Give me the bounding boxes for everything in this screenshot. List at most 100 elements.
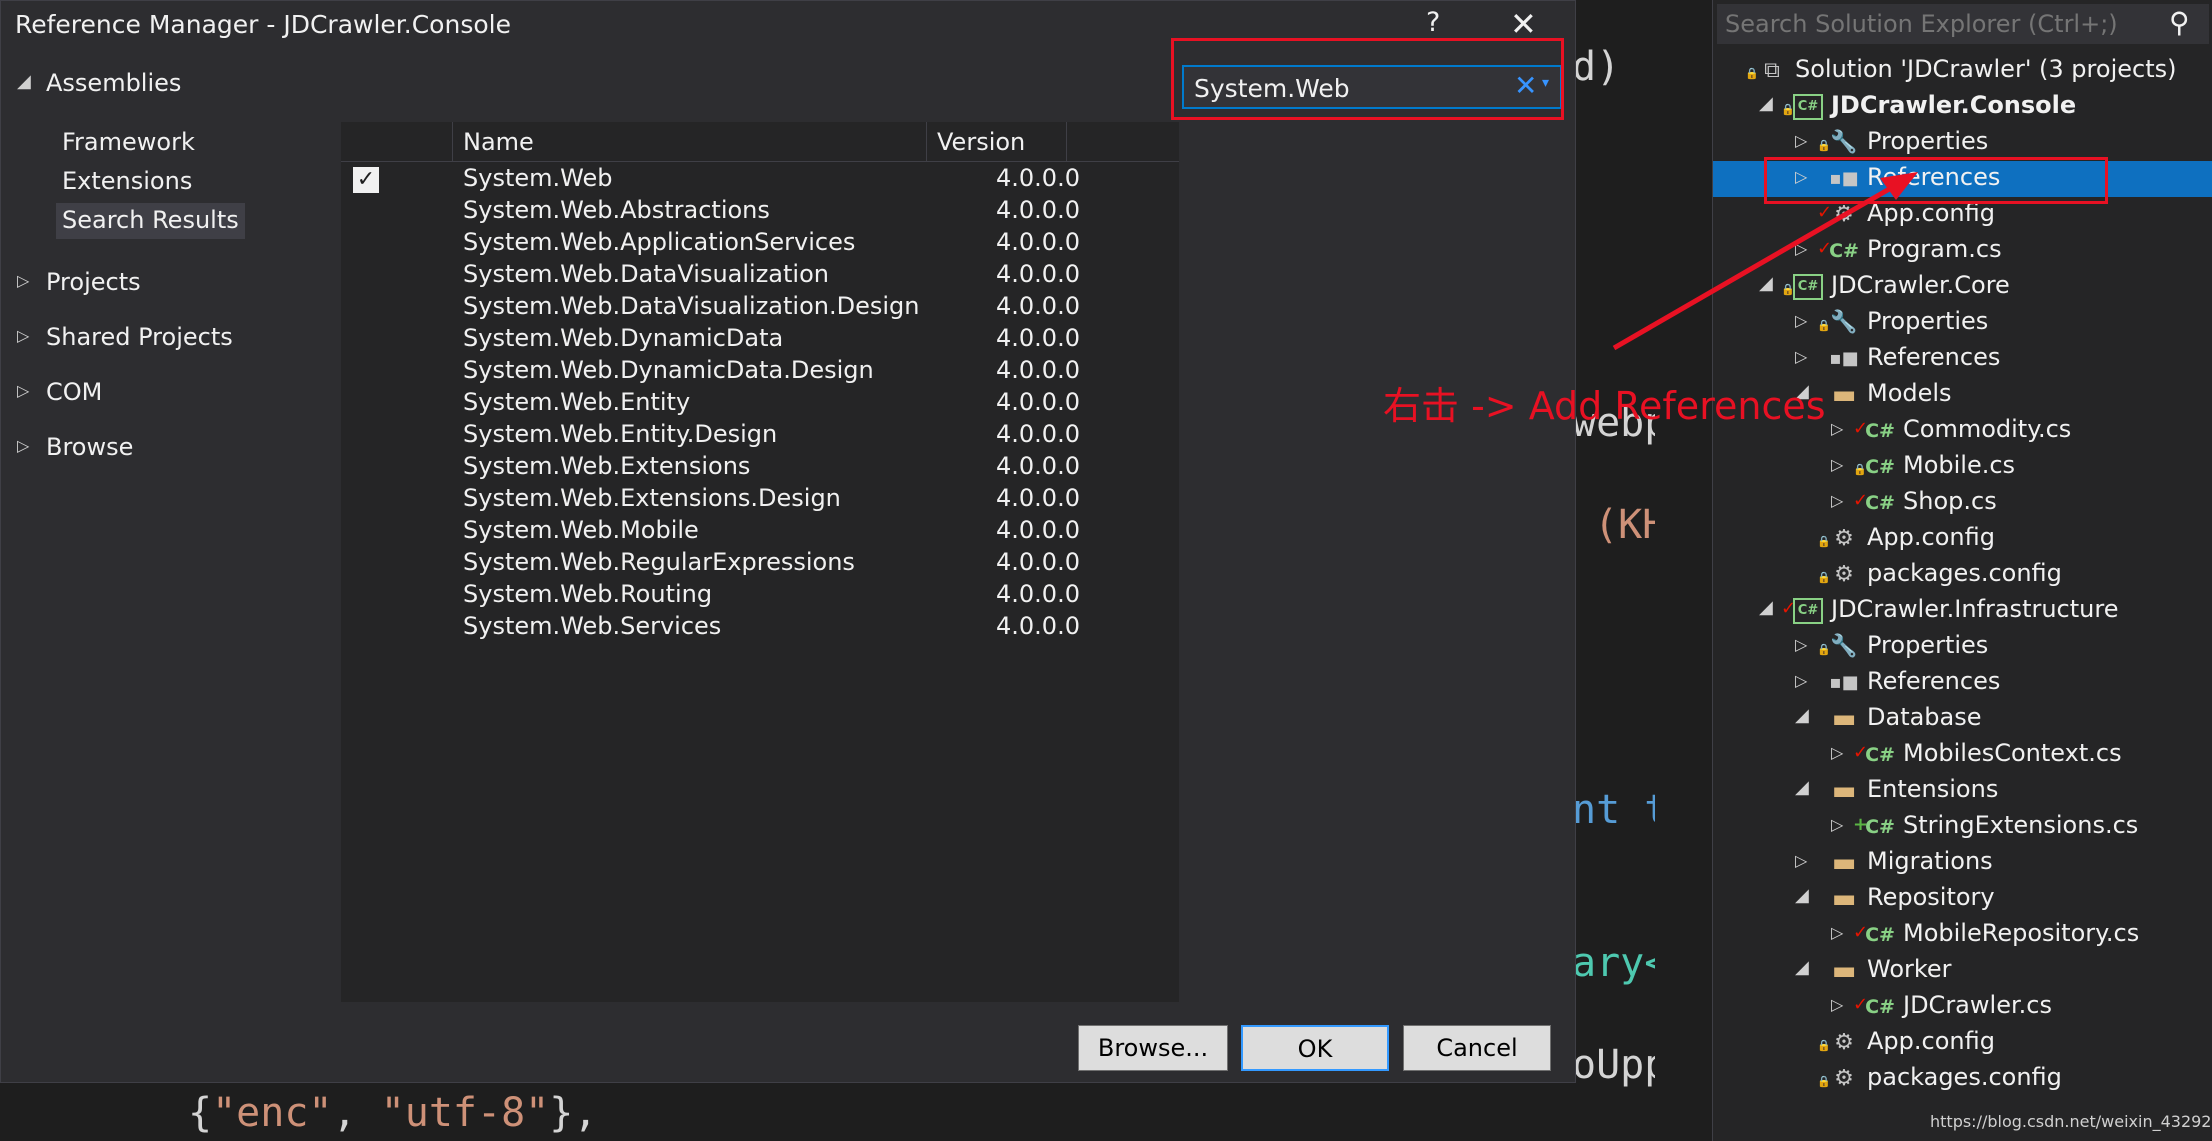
tree-item[interactable]: ◢ 🔒 C# JDCrawler.Console — [1713, 89, 2212, 125]
tree-item[interactable]: 🔒 ⧉ Solution 'JDCrawler' (3 projects) — [1713, 53, 2212, 89]
tree-item[interactable]: 🔒 ⚙ packages.config — [1713, 1061, 2212, 1097]
tree-item[interactable]: ✓ ⚙ App.config — [1713, 197, 2212, 233]
cancel-button[interactable]: Cancel — [1403, 1025, 1551, 1071]
search-options-dropdown-icon[interactable]: ▾ — [1542, 75, 1549, 91]
tree-item[interactable]: ▷ ▪■ References — [1713, 665, 2212, 701]
tree-item[interactable]: ▷ ✓ C# JDCrawler.cs — [1713, 989, 2212, 1025]
tree-item[interactable]: ◢ ▬ Entensions — [1713, 773, 2212, 809]
table-row[interactable]: System.Web.Extensions.Design 4.0.0.0 — [341, 484, 1179, 516]
solution-explorer: ⚲ 🔒⧉Solution 'JDCrawler' (3 projects)◢🔒C… — [1712, 0, 2212, 1141]
collapsed-triangle-icon[interactable]: ▷ — [1795, 671, 1807, 690]
config-file-icon: ⚙ — [1834, 202, 1854, 227]
nav-shared-projects[interactable]: ▷ Shared Projects — [1, 318, 331, 358]
search-input[interactable] — [1194, 72, 1514, 104]
tree-item[interactable]: 🔒 ⚙ App.config — [1713, 1025, 2212, 1061]
tree-item[interactable]: ▷ ✓ C# MobileRepository.cs — [1713, 917, 2212, 953]
reference-manager-dialog: Reference Manager - JDCrawler.Console ? … — [0, 0, 1576, 1083]
tree-item[interactable]: ▷ 🔒 🔧 Properties — [1713, 125, 2212, 161]
expanded-triangle-icon[interactable]: ◢ — [1759, 597, 1773, 618]
table-row[interactable]: System.Web.DataVisualization 4.0.0.0 — [341, 260, 1179, 292]
tree-item[interactable]: 🔒 ⚙ packages.config — [1713, 557, 2212, 593]
collapsed-triangle-icon[interactable]: ▷ — [1831, 419, 1843, 438]
table-row[interactable]: System.Web.RegularExpressions 4.0.0.0 — [341, 548, 1179, 580]
tree-item[interactable]: ▷ + C# StringExtensions.cs — [1713, 809, 2212, 845]
close-icon[interactable]: ✕ — [1510, 5, 1537, 43]
checkbox-checked[interactable]: ✓ — [353, 167, 379, 193]
tree-item[interactable]: ◢ ▬ Database — [1713, 701, 2212, 737]
collapsed-triangle-icon[interactable]: ▷ — [1795, 311, 1807, 330]
column-header-version[interactable]: Version — [927, 122, 1067, 162]
expanded-triangle-icon[interactable]: ◢ — [1795, 777, 1809, 798]
search-icon[interactable]: ⚲ — [2169, 6, 2190, 39]
tree-item[interactable]: ▷ 🔒 C# Mobile.cs — [1713, 449, 2212, 485]
table-row[interactable]: System.Web.DynamicData.Design 4.0.0.0 — [341, 356, 1179, 388]
expanded-triangle-icon[interactable]: ◢ — [1759, 273, 1773, 294]
tree-item[interactable]: ▷ 🔒 🔧 Properties — [1713, 305, 2212, 341]
nav-extensions[interactable]: Extensions — [56, 164, 198, 200]
table-row[interactable]: System.Web.Mobile 4.0.0.0 — [341, 516, 1179, 548]
collapsed-triangle-icon[interactable]: ▷ — [1831, 923, 1843, 942]
tree-item[interactable]: ◢ ✓ C# JDCrawler.Infrastructure — [1713, 593, 2212, 629]
nav-browse[interactable]: ▷ Browse — [1, 428, 331, 468]
table-row[interactable]: System.Web.DataVisualization.Design 4.0.0… — [341, 292, 1179, 324]
collapsed-triangle-icon[interactable]: ▷ — [1795, 131, 1807, 150]
folder-icon: ▬ — [1831, 704, 1857, 734]
tree-item[interactable]: ◢ ▬ Models — [1713, 377, 2212, 413]
collapsed-triangle-icon[interactable]: ▷ — [1795, 167, 1807, 186]
tree-item[interactable]: ▷ ✓ C# Program.cs — [1713, 233, 2212, 269]
collapsed-triangle-icon[interactable]: ▷ — [1795, 851, 1807, 870]
expanded-triangle-icon[interactable]: ◢ — [1795, 957, 1809, 978]
collapsed-triangle-icon[interactable]: ▷ — [1831, 815, 1843, 834]
help-button[interactable]: ? — [1426, 7, 1440, 38]
nav-search-results[interactable]: Search Results — [56, 203, 245, 239]
collapsed-triangle-icon[interactable]: ▷ — [1795, 347, 1807, 366]
expanded-triangle-icon[interactable]: ◢ — [1795, 381, 1809, 402]
tree-item[interactable]: ▷ ✓ C# Shop.cs — [1713, 485, 2212, 521]
tree-item[interactable]: ▷ ▪■ References — [1713, 161, 2212, 197]
solution-search-input[interactable] — [1725, 9, 2145, 39]
tree-item-label: Properties — [1867, 127, 1989, 155]
table-row[interactable]: System.Web.Abstractions 4.0.0.0 — [341, 196, 1179, 228]
browse-button[interactable]: Browse... — [1078, 1025, 1228, 1071]
collapsed-triangle-icon[interactable]: ▷ — [1831, 455, 1843, 474]
expanded-triangle-icon[interactable]: ◢ — [1795, 885, 1809, 906]
table-row[interactable]: ✓ System.Web 4.0.0.0 — [341, 164, 1179, 196]
search-box[interactable]: ✕ ▾ — [1182, 65, 1562, 109]
collapsed-triangle-icon[interactable]: ▷ — [1831, 995, 1843, 1014]
tree-item[interactable]: ◢ 🔒 C# JDCrawler.Core — [1713, 269, 2212, 305]
nav-com[interactable]: ▷ COM — [1, 373, 331, 413]
collapsed-triangle-icon[interactable]: ▷ — [1831, 491, 1843, 510]
collapsed-triangle-icon[interactable]: ▷ — [1831, 743, 1843, 762]
dialog-titlebar[interactable]: Reference Manager - JDCrawler.Console ? … — [1, 1, 1575, 51]
expanded-triangle-icon[interactable]: ◢ — [1795, 705, 1809, 726]
ok-button[interactable]: OK — [1241, 1025, 1389, 1071]
tree-item[interactable]: ▷ ✓ C# MobilesContext.cs — [1713, 737, 2212, 773]
tree-item[interactable]: ▷ ▬ Migrations — [1713, 845, 2212, 881]
csharp-project-icon: C# — [1793, 598, 1823, 624]
tree-item[interactable]: ▷ 🔒 🔧 Properties — [1713, 629, 2212, 665]
table-row[interactable]: System.Web.Services 4.0.0.0 — [341, 612, 1179, 644]
tree-item[interactable]: 🔒 ⚙ App.config — [1713, 521, 2212, 557]
assembly-name: System.Web.DynamicData.Design — [463, 356, 874, 384]
tree-item[interactable]: ▷ ▪■ References — [1713, 341, 2212, 377]
table-row[interactable]: System.Web.ApplicationServices 4.0.0.0 — [341, 228, 1179, 260]
collapsed-triangle-icon[interactable]: ▷ — [1795, 635, 1807, 654]
expanded-triangle-icon[interactable]: ◢ — [1759, 93, 1773, 114]
table-row[interactable]: System.Web.Extensions 4.0.0.0 — [341, 452, 1179, 484]
nav-assemblies[interactable]: ◢ Assemblies — [1, 64, 331, 104]
table-row[interactable]: System.Web.DynamicData 4.0.0.0 — [341, 324, 1179, 356]
results-grid[interactable]: Name Version ✓ System.Web 4.0.0.0 System.We… — [341, 122, 1179, 1002]
collapsed-triangle-icon[interactable]: ▷ — [1795, 239, 1807, 258]
table-row[interactable]: System.Web.Entity 4.0.0.0 — [341, 388, 1179, 420]
tree-item[interactable]: ▷ ✓ C# Commodity.cs — [1713, 413, 2212, 449]
solution-search-box[interactable]: ⚲ — [1717, 4, 2209, 44]
tree-item[interactable]: ◢ ▬ Worker — [1713, 953, 2212, 989]
table-row[interactable]: System.Web.Routing 4.0.0.0 — [341, 580, 1179, 612]
nav-framework[interactable]: Framework — [56, 125, 201, 161]
tree-item[interactable]: ◢ ▬ Repository — [1713, 881, 2212, 917]
clear-search-icon[interactable]: ✕ — [1514, 69, 1537, 102]
nav-projects[interactable]: ▷ Projects — [1, 263, 331, 303]
column-header-name[interactable]: Name — [453, 122, 927, 162]
table-row[interactable]: System.Web.Entity.Design 4.0.0.0 — [341, 420, 1179, 452]
column-header-check[interactable] — [341, 122, 453, 162]
